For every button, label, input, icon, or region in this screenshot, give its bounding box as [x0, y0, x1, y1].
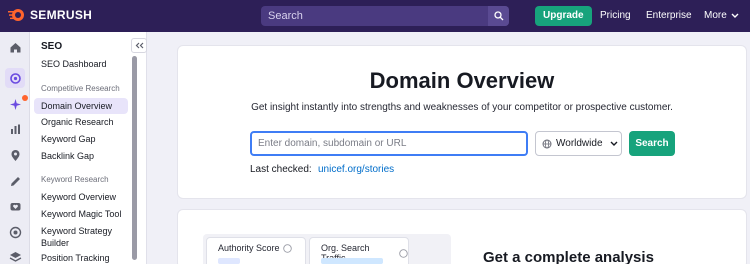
- global-search: [261, 6, 509, 26]
- global-search-button[interactable]: [488, 6, 509, 26]
- domain-input[interactable]: [252, 133, 526, 154]
- authority-score-card: Authority Score: [206, 237, 306, 264]
- more-menu[interactable]: More: [704, 10, 739, 21]
- semrush-logo[interactable]: SEMRUSH: [8, 8, 92, 22]
- sidebar-title: SEO: [41, 41, 63, 52]
- sidebar-item-seo-dashboard[interactable]: SEO Dashboard: [34, 56, 128, 72]
- notification-dot: [22, 95, 28, 101]
- complete-analysis-heading: Get a complete analysis: [483, 249, 654, 264]
- info-icon: [399, 248, 408, 258]
- collapse-sidebar-button[interactable]: [131, 38, 147, 53]
- logo-text: SEMRUSH: [30, 8, 93, 22]
- last-checked-link[interactable]: unicef.org/stories: [318, 164, 394, 175]
- seo-toolkit-icon[interactable]: [5, 68, 25, 88]
- database-select[interactable]: Worldwide: [535, 131, 622, 156]
- domain-field: [250, 131, 528, 156]
- authority-score-label: Authority Score: [218, 243, 280, 253]
- more-label: More: [704, 10, 727, 21]
- page-title: Domain Overview: [369, 68, 555, 93]
- chevron-down-icon: [610, 141, 617, 146]
- sidebar-group-competitive-research: Competitive Research: [41, 84, 120, 93]
- bar-chart-icon[interactable]: [5, 119, 25, 139]
- seo-sidebar: SEO SEO Dashboard Competitive Research D…: [30, 32, 147, 264]
- location-pin-icon[interactable]: [5, 145, 25, 165]
- semrush-logo-icon: [8, 9, 24, 21]
- search-button[interactable]: Search: [629, 131, 675, 156]
- authority-score-placeholder: [218, 258, 240, 264]
- search-icon: [493, 11, 503, 21]
- sidebar-item-keyword-magic-tool[interactable]: Keyword Magic Tool: [34, 206, 128, 222]
- globe-icon: [542, 139, 552, 148]
- double-chevron-left-icon: [135, 42, 143, 49]
- chevron-down-icon: [731, 13, 739, 18]
- sidebar-scrollbar[interactable]: [132, 56, 137, 260]
- upgrade-button[interactable]: Upgrade: [535, 6, 592, 26]
- sidebar-item-organic-research[interactable]: Organic Research: [34, 114, 128, 130]
- info-icon: [282, 243, 292, 253]
- content-edit-icon[interactable]: [5, 171, 25, 191]
- tool-rail: [0, 32, 30, 264]
- pricing-link[interactable]: Pricing: [600, 10, 631, 21]
- sidebar-item-keyword-overview[interactable]: Keyword Overview: [34, 189, 128, 205]
- chat-heart-icon[interactable]: [5, 197, 25, 217]
- authority-score-label-row: Authority Score: [218, 243, 292, 253]
- enterprise-link[interactable]: Enterprise: [646, 10, 692, 21]
- sidebar-item-position-tracking[interactable]: Position Tracking: [34, 250, 128, 264]
- page-subtitle: Get insight instantly into strengths and…: [251, 102, 673, 113]
- layers-icon[interactable]: [5, 246, 25, 264]
- target-icon[interactable]: [5, 222, 25, 242]
- global-search-input[interactable]: [261, 6, 487, 26]
- organic-traffic-card: Org. Search Traffic: [309, 237, 409, 264]
- sidebar-item-keyword-gap[interactable]: Keyword Gap: [34, 131, 128, 147]
- metrics-preview: Authority Score Org. Search Traffic: [203, 234, 451, 264]
- sidebar-group-keyword-research: Keyword Research: [41, 175, 109, 184]
- analysis-preview-card: Authority Score Org. Search Traffic Get …: [177, 209, 747, 264]
- domain-overview-card: Domain Overview Get insight instantly in…: [177, 45, 747, 199]
- organic-traffic-placeholder: [321, 258, 383, 264]
- sidebar-item-keyword-strategy-builder[interactable]: Keyword Strategy Builder: [41, 225, 131, 249]
- ai-sparkle-icon[interactable]: [5, 94, 28, 114]
- last-checked-label: Last checked:: [250, 164, 312, 175]
- sidebar-item-backlink-gap[interactable]: Backlink Gap: [34, 148, 128, 164]
- database-label: Worldwide: [556, 138, 603, 149]
- top-navigation-bar: SEMRUSH Upgrade Pricing Enterprise More: [0, 0, 750, 32]
- sidebar-item-domain-overview[interactable]: Domain Overview: [34, 98, 128, 114]
- home-icon[interactable]: [5, 37, 25, 57]
